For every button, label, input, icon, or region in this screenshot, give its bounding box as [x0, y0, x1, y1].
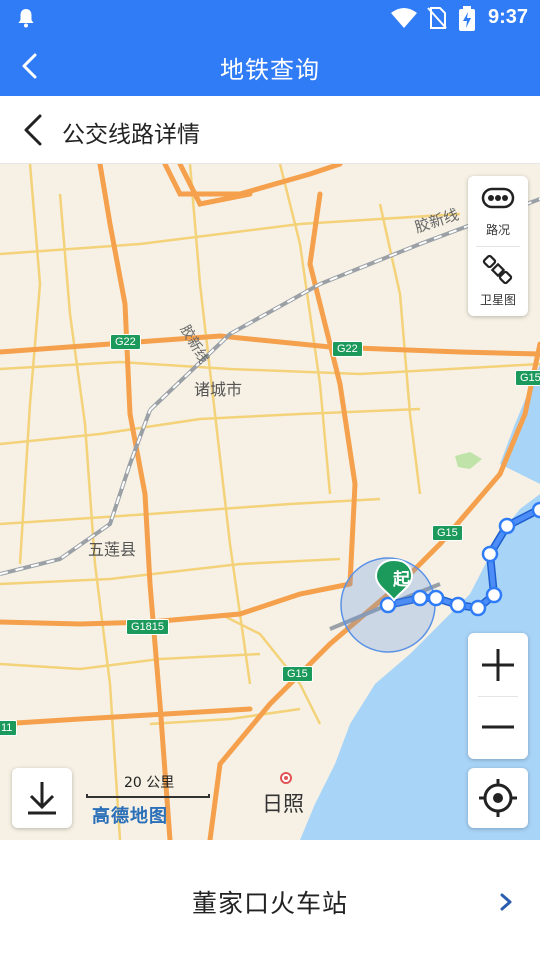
road-shield: 11 — [0, 720, 18, 736]
satellite-icon — [482, 254, 513, 285]
zoom-controls — [468, 633, 528, 759]
route-stop — [427, 589, 445, 607]
route-stop — [498, 517, 516, 535]
battery-charging-icon — [459, 6, 475, 31]
sub-back-button[interactable] — [18, 112, 48, 148]
route-stop — [485, 586, 503, 604]
highway-g1815 — [0, 581, 353, 627]
app-bar: 地铁查询 — [0, 36, 540, 96]
road-shield: G15 — [515, 370, 540, 386]
road-shield: G15 — [432, 525, 463, 541]
minus-icon — [482, 725, 514, 729]
road-shield: G22 — [332, 341, 363, 357]
satellite-label: 卫星图 — [479, 293, 516, 307]
road-shield: G15 — [282, 666, 313, 682]
route-stop — [411, 589, 429, 607]
satellite-toggle[interactable]: 卫星图 — [468, 246, 528, 316]
map-brand-logo: 高德地图 — [92, 806, 168, 826]
wifi-icon — [391, 8, 417, 28]
map-layer-controls: 路况 卫星图 — [468, 176, 528, 316]
place-label-wulian: 五莲县 — [88, 540, 137, 559]
scale-text: 20 公里 — [124, 775, 175, 791]
map-scale: 20 公里 — [84, 772, 214, 800]
no-sim-icon — [427, 7, 447, 29]
zoom-out-button[interactable] — [468, 696, 528, 759]
route-stop — [469, 599, 487, 617]
route-stop — [531, 501, 540, 519]
highway-g22 — [0, 333, 540, 357]
route-stop — [449, 596, 467, 614]
map-canvas — [0, 164, 540, 840]
scale-bar — [86, 794, 210, 798]
traffic-icon — [481, 187, 515, 209]
sub-header: 公交线路详情 — [0, 96, 540, 164]
road-shield: G1815 — [126, 619, 170, 635]
status-bar: 9:37 — [0, 0, 540, 36]
map-view[interactable]: 起 诸城市 五莲县 日照 胶新线 胶新线 G22 G22 G15 G15 G15… — [0, 164, 540, 840]
zoom-in-button[interactable] — [468, 633, 528, 696]
park-area — [455, 452, 482, 469]
start-marker-label: 起 — [393, 570, 410, 590]
highway-west-south — [0, 706, 253, 727]
download-icon — [28, 782, 56, 815]
app-title: 地铁查询 — [220, 56, 320, 84]
traffic-label: 路况 — [485, 223, 510, 237]
sub-header-title: 公交线路详情 — [62, 122, 200, 148]
highway-ns-west — [97, 164, 173, 840]
station-row[interactable]: 董家口火车站 — [0, 840, 540, 960]
clock: 9:37 — [487, 6, 528, 28]
download-button[interactable] — [12, 768, 72, 828]
locate-button[interactable] — [468, 768, 528, 828]
place-label-rizhao: 日照 — [262, 792, 304, 816]
traffic-toggle[interactable]: 路况 — [468, 176, 528, 246]
crosshair-icon — [479, 779, 517, 817]
notification-bell-icon — [18, 9, 34, 28]
station-name: 董家口火车站 — [191, 889, 348, 918]
chevron-right-icon — [500, 893, 512, 911]
plus-icon — [482, 649, 514, 681]
route-stop — [481, 545, 499, 563]
road-shield: G22 — [110, 334, 141, 350]
highway-ns-central — [307, 191, 358, 587]
place-label-zhucheng: 诸城市 — [194, 380, 243, 399]
